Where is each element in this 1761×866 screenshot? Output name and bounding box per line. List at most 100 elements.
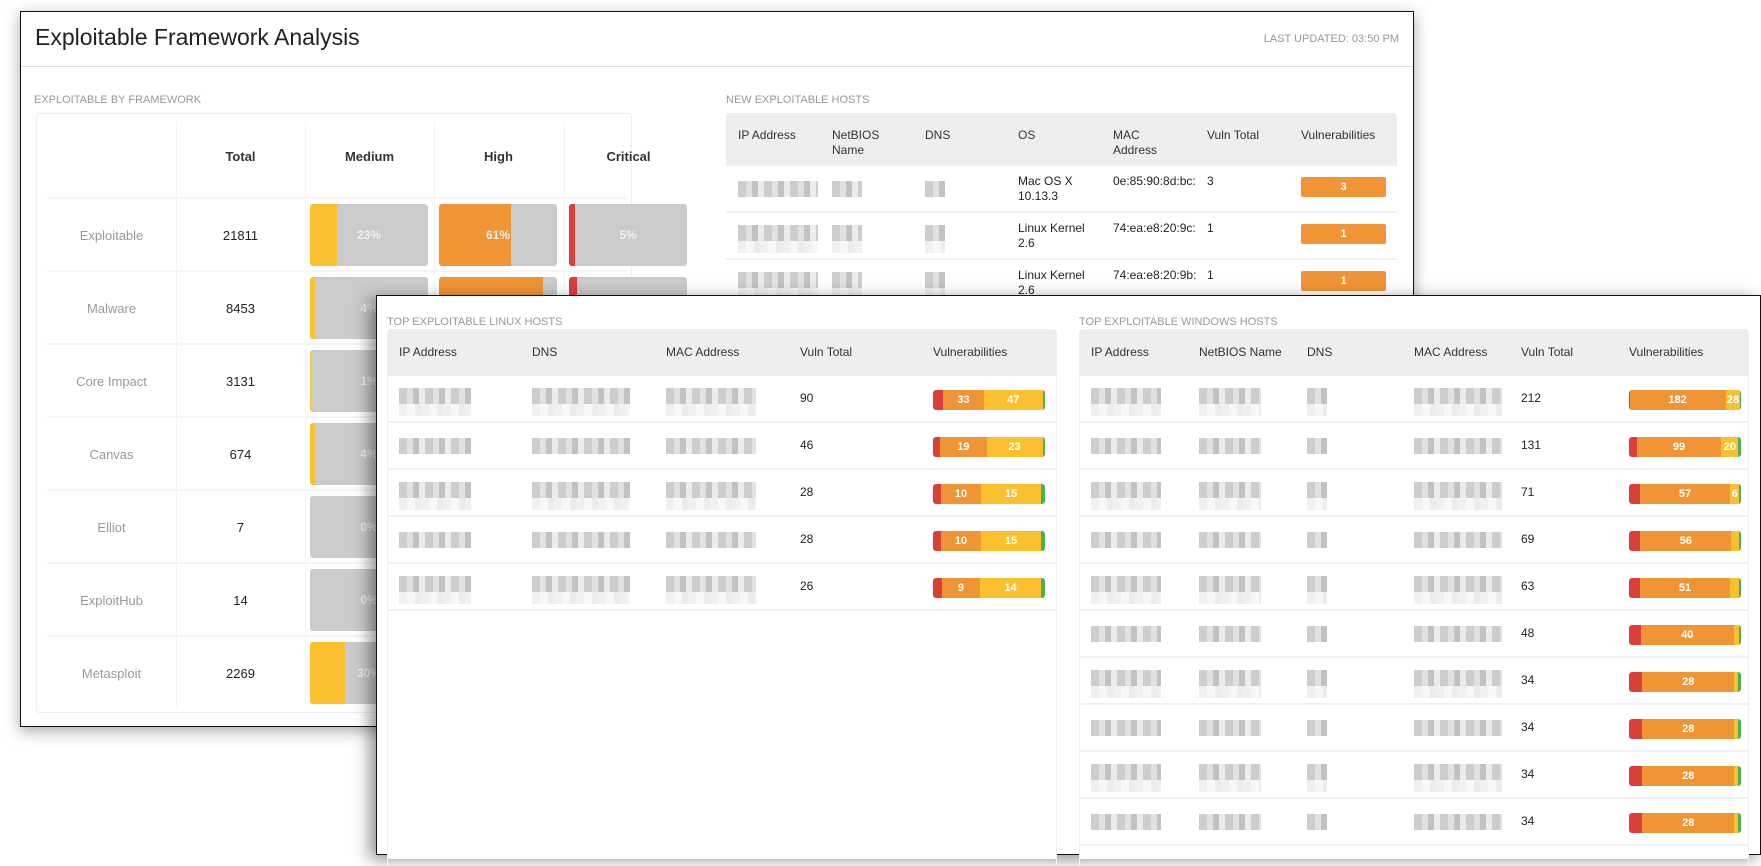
redacted-value	[1307, 780, 1327, 792]
table-row: 90 33 47	[387, 376, 1057, 423]
table-row: 63 51	[1079, 564, 1749, 611]
medium-segment: 14	[980, 578, 1041, 598]
medium-segment: 15	[981, 531, 1041, 551]
column-header: DNS	[532, 345, 558, 359]
redacted-value	[532, 532, 630, 548]
redacted-value	[1199, 626, 1261, 642]
high-segment: 51	[1639, 578, 1731, 598]
redacted-value	[832, 225, 862, 241]
critical-segment	[1629, 672, 1643, 692]
critical-segment	[1629, 484, 1641, 504]
column-header: Vulnerabilities	[1301, 128, 1376, 142]
critical-segment	[1629, 531, 1641, 551]
vulnerability-badge: 1	[1301, 224, 1386, 244]
critical-segment	[933, 578, 942, 598]
framework-row: Exploitable 21811 23% 61% 5%	[47, 197, 687, 270]
column-header: DNS	[1307, 345, 1333, 359]
framework-name: Elliot	[97, 520, 126, 535]
redacted-value	[399, 592, 471, 604]
vulnerability-bar[interactable]: 28	[1629, 672, 1741, 692]
vulnerability-bar[interactable]: 28	[1629, 719, 1741, 739]
table-row: 34 28	[1079, 752, 1749, 799]
vulnerability-bar[interactable]: 57 6	[1629, 484, 1741, 504]
high-segment: 33	[942, 390, 985, 410]
table-row: Mac OS X 10.13.3 0e:85:90:8d:bc: 3 3	[726, 166, 1397, 213]
vulnerability-bar[interactable]: 33 47	[933, 390, 1045, 410]
redacted-value	[832, 272, 862, 288]
low-segment	[1737, 672, 1741, 692]
medium-segment: 6	[1729, 484, 1740, 504]
vuln-total-cell: 48	[1521, 626, 1535, 640]
redacted-value	[1307, 814, 1327, 830]
table-row: 26 9 14	[387, 564, 1057, 611]
new-hosts-section-label: NEW EXPLOITABLE HOSTS	[726, 94, 870, 106]
redacted-value	[1414, 388, 1502, 404]
low-segment	[1737, 813, 1741, 833]
vuln-total-cell: 71	[1521, 485, 1535, 499]
vuln-total-cell: 90	[800, 391, 814, 405]
column-header: IP Address	[1091, 345, 1149, 359]
redacted-value	[738, 181, 818, 197]
redacted-value	[1414, 626, 1502, 642]
high-segment: 19	[940, 437, 987, 457]
low-segment	[1042, 390, 1045, 410]
column-header: IP Address	[738, 128, 796, 142]
table-row: 131 99 20	[1079, 423, 1749, 470]
vulnerability-bar[interactable]: 28	[1629, 766, 1741, 786]
redacted-value	[1414, 576, 1502, 592]
redacted-value	[1091, 438, 1161, 454]
redacted-value	[1307, 670, 1327, 686]
framework-total: 7	[236, 520, 245, 535]
framework-total: 14	[233, 593, 248, 608]
critical-segment	[933, 531, 941, 551]
redacted-value	[1307, 388, 1327, 404]
redacted-value	[1199, 686, 1261, 698]
medium-percent-label: 23%	[356, 228, 382, 242]
vuln-total-cell: 212	[1521, 391, 1542, 405]
redacted-value	[1091, 404, 1161, 416]
vulnerability-bar[interactable]: 28	[1629, 813, 1741, 833]
column-header: Critical	[606, 149, 651, 164]
redacted-value	[1199, 404, 1261, 416]
vulnerability-bar[interactable]: 19 23	[933, 437, 1045, 457]
redacted-value	[399, 532, 471, 548]
low-segment	[1042, 437, 1045, 457]
vulnerability-bar[interactable]: 99 20	[1629, 437, 1741, 457]
mac-cell: 74:ea:e8:20:9c:	[1113, 221, 1196, 235]
vuln-total-cell: 131	[1521, 438, 1542, 452]
low-segment	[1737, 719, 1741, 739]
redacted-value	[1199, 764, 1261, 780]
vulnerability-bar[interactable]: 56	[1629, 531, 1741, 551]
framework-total: 2269	[226, 666, 255, 681]
redacted-value	[1199, 720, 1261, 736]
table-row: 48 40	[1079, 611, 1749, 658]
redacted-value	[738, 225, 818, 241]
redacted-value	[399, 576, 471, 592]
vulnerability-bar[interactable]: 10 15	[933, 484, 1045, 504]
low-segment	[1739, 484, 1741, 504]
column-header: MAC Address	[1113, 128, 1158, 157]
vuln-total-cell: 46	[800, 438, 814, 452]
redacted-value	[832, 241, 862, 253]
column-header: NetBIOS Name	[832, 128, 880, 157]
redacted-value	[1307, 686, 1327, 698]
column-header: Vuln Total	[800, 345, 853, 359]
top-hosts-window: TOP EXPLOITABLE LINUX HOSTS IP Address DN…	[376, 295, 1761, 866]
redacted-value	[1307, 764, 1327, 780]
redacted-value	[399, 404, 471, 416]
column-header: Medium	[344, 149, 395, 164]
high-segment: 182	[1629, 390, 1726, 410]
redacted-value	[1414, 532, 1502, 548]
framework-name: Canvas	[89, 447, 134, 462]
redacted-value	[532, 388, 630, 404]
vulnerability-bar[interactable]: 10 15	[933, 531, 1045, 551]
vulnerability-bar[interactable]: 40	[1629, 625, 1741, 645]
linux-section-label: TOP EXPLOITABLE LINUX HOSTS	[387, 316, 563, 328]
vulnerability-bar[interactable]: 51	[1629, 578, 1741, 598]
medium-percent-bar: 23%	[310, 204, 428, 266]
redacted-value	[1307, 404, 1327, 416]
column-header: DNS	[925, 128, 951, 142]
vulnerability-bar[interactable]: 182 28	[1629, 390, 1741, 410]
high-segment: 57	[1640, 484, 1730, 504]
vulnerability-bar[interactable]: 9 14	[933, 578, 1045, 598]
